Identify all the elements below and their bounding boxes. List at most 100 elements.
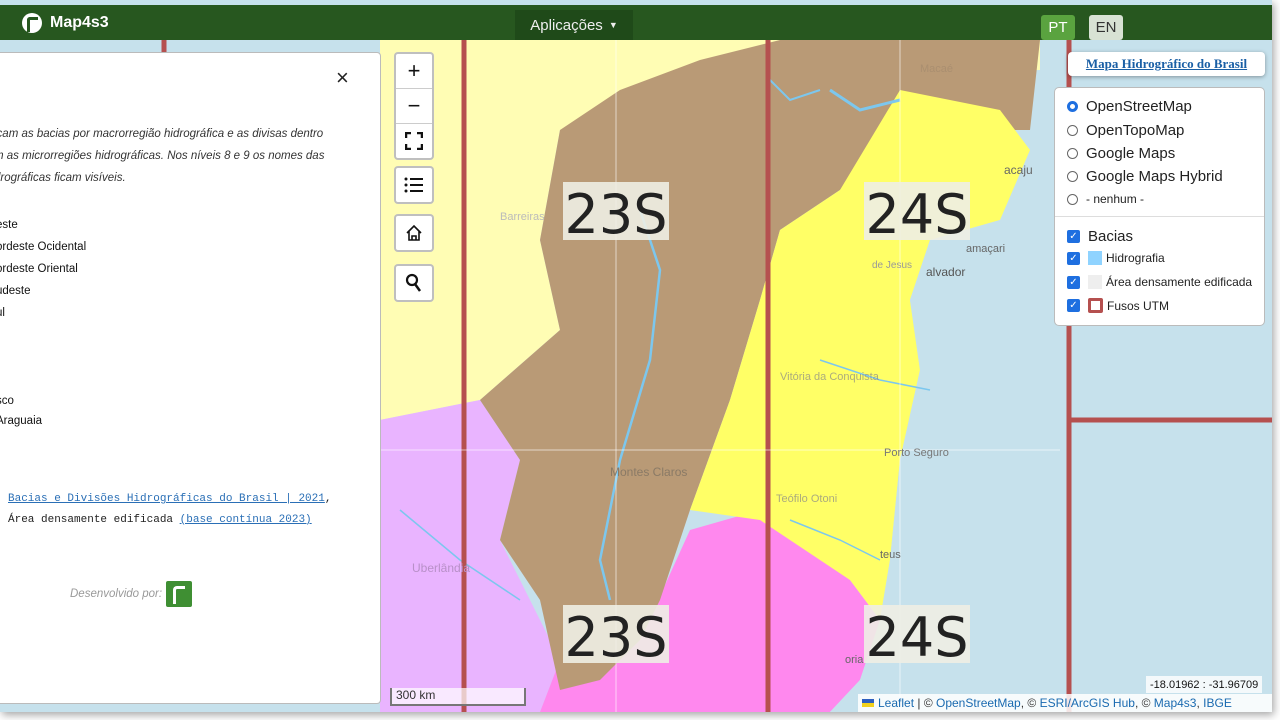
checkbox-checked-icon[interactable]: ✓ bbox=[1067, 230, 1080, 243]
fullscreen-icon bbox=[405, 132, 423, 150]
place-label: acaju bbox=[1004, 163, 1033, 177]
radio-icon[interactable] bbox=[1067, 125, 1078, 136]
data-sources: Bacias e Divisões Hidrográficas do Brasi… bbox=[8, 489, 331, 531]
area-edificada-swatch-icon bbox=[1088, 275, 1102, 289]
svg-text:24S: 24S bbox=[866, 606, 969, 669]
description-line: icam as bacias por macrorregião hidrográ… bbox=[0, 128, 324, 140]
fusos-utm-swatch-icon bbox=[1088, 298, 1103, 313]
checkbox-checked-icon[interactable]: ✓ bbox=[1067, 299, 1080, 312]
brand-link[interactable]: Map4s3 bbox=[22, 11, 109, 35]
base-layer-google-maps[interactable]: Google Maps bbox=[1067, 145, 1175, 162]
brand-name: Map4s3 bbox=[50, 14, 109, 31]
base-layer-label: Google Maps bbox=[1086, 145, 1176, 162]
layers-divider bbox=[1055, 216, 1264, 217]
radio-icon[interactable] bbox=[1067, 171, 1078, 182]
developed-by: Desenvolvido por: bbox=[70, 581, 193, 607]
overlay-bacias[interactable]: ✓ Bacias bbox=[1067, 228, 1133, 245]
utm-zone-label-24s-top: 24S bbox=[864, 182, 970, 246]
search-icon bbox=[405, 273, 422, 292]
legend-item: sco bbox=[0, 395, 14, 407]
leaflet-link[interactable]: Leaflet bbox=[878, 696, 914, 710]
utm-zone-label-23s-bottom: 23S bbox=[563, 605, 669, 669]
base-layer-label: OpenStreetMap bbox=[1086, 98, 1192, 115]
svg-text:23S: 23S bbox=[565, 183, 668, 246]
map-scale-bar: 300 km bbox=[390, 688, 526, 706]
radio-icon[interactable] bbox=[1067, 193, 1078, 205]
app-window: 23S 24S 23S 24S acaju amaçari alvador Po… bbox=[0, 0, 1272, 712]
developer-logo-icon[interactable] bbox=[166, 581, 193, 607]
bacias-source-link[interactable]: Bacias e Divisões Hidrográficas do Brasi… bbox=[8, 493, 325, 505]
map4s3-logo-icon bbox=[22, 13, 42, 33]
ibge-link[interactable]: IBGE bbox=[1203, 696, 1232, 710]
map4s3-link[interactable]: Map4s3 bbox=[1154, 696, 1197, 710]
legend-item: udeste bbox=[0, 285, 31, 297]
place-label: Barreiras bbox=[500, 211, 545, 223]
legend-toggle-button[interactable] bbox=[394, 166, 434, 204]
developed-by-label: Desenvolvido por: bbox=[70, 588, 163, 600]
base-layer-openstreetmap[interactable]: OpenStreetMap bbox=[1067, 98, 1192, 115]
esri-link[interactable]: ESRI/ArcGIS Hub bbox=[1040, 696, 1135, 710]
panel-description: icam as bacias por macrorregião hidrográ… bbox=[0, 123, 374, 189]
checkbox-checked-icon[interactable]: ✓ bbox=[1067, 275, 1080, 289]
base-layer-opentopomap[interactable]: OpenTopoMap bbox=[1067, 122, 1184, 139]
legend-item: este bbox=[0, 219, 18, 231]
map-attribution: Leaflet | © OpenStreetMap , © ESRI/ArcGI… bbox=[858, 694, 1272, 712]
area-source-text: Área densamente edificada bbox=[8, 514, 174, 526]
hidrografia-swatch-icon bbox=[1088, 251, 1102, 265]
place-label: Uberlândia bbox=[412, 561, 470, 575]
radio-selected-icon[interactable] bbox=[1067, 101, 1078, 112]
overlay-area-edificada[interactable]: ✓ Área densamente edificada bbox=[1067, 275, 1252, 289]
cursor-coordinates: -18.01962 : -31.96709 bbox=[1146, 676, 1263, 693]
language-en-button[interactable]: EN bbox=[1089, 15, 1123, 40]
zoom-control: + − bbox=[394, 52, 434, 160]
home-button[interactable] bbox=[394, 214, 434, 252]
base-layer-label: Google Maps Hybrid bbox=[1086, 168, 1223, 185]
caret-down-icon: ▼ bbox=[608, 20, 618, 30]
place-label: amaçari bbox=[966, 243, 1005, 255]
applications-menu-button[interactable]: Aplicações ▼ bbox=[515, 10, 633, 40]
description-line: drográficas ficam visíveis. bbox=[0, 172, 126, 184]
place-label: Vitória da Conquista bbox=[780, 371, 880, 383]
map-title-link[interactable]: Mapa Hidrográfico do Brasil bbox=[1068, 52, 1265, 76]
overlay-fusos-utm[interactable]: ✓ Fusos UTM bbox=[1067, 298, 1169, 313]
place-label: teus bbox=[880, 549, 901, 561]
place-label: Porto Seguro bbox=[884, 447, 949, 459]
svg-text:24S: 24S bbox=[866, 183, 969, 246]
utm-zone-label-23s-top: 23S bbox=[563, 182, 669, 246]
legend-item: ul bbox=[0, 307, 5, 319]
applications-menu-label: Aplicações bbox=[530, 16, 603, 34]
zoom-out-button[interactable]: − bbox=[396, 89, 432, 124]
svg-text:23S: 23S bbox=[565, 606, 668, 669]
base-layer-google-maps-hybrid[interactable]: Google Maps Hybrid bbox=[1067, 168, 1223, 185]
base-layer-none[interactable]: - nenhum - bbox=[1067, 192, 1144, 206]
area-source-link[interactable]: (base contínua 2023) bbox=[180, 514, 312, 526]
layers-control: OpenStreetMap OpenTopoMap Google Maps Go… bbox=[1054, 87, 1265, 326]
ukraine-flag-icon bbox=[862, 699, 874, 707]
search-button[interactable] bbox=[394, 264, 434, 302]
checkbox-checked-icon[interactable]: ✓ bbox=[1067, 251, 1080, 265]
overlay-label: Fusos UTM bbox=[1107, 298, 1170, 313]
language-pt-button[interactable]: PT bbox=[1041, 15, 1075, 40]
attribution-separator: , © bbox=[1020, 696, 1040, 710]
place-label: Macaé bbox=[920, 63, 953, 75]
fullscreen-button[interactable] bbox=[396, 124, 432, 158]
sources-separator: , bbox=[324, 493, 332, 505]
radio-icon[interactable] bbox=[1067, 148, 1078, 159]
list-icon bbox=[404, 177, 423, 193]
legend-item: ordeste Oriental bbox=[0, 263, 78, 275]
openstreetmap-link[interactable]: OpenStreetMap bbox=[936, 696, 1021, 710]
attribution-separator: , bbox=[1196, 696, 1204, 710]
description-line: m as microrregiões hidrográficas. Nos ní… bbox=[0, 150, 325, 162]
place-label: Montes Claros bbox=[610, 465, 687, 479]
place-label: de Jesus bbox=[872, 260, 912, 271]
base-layer-label: OpenTopoMap bbox=[1086, 122, 1185, 139]
place-label: alvador bbox=[926, 265, 965, 279]
legend-item: Araguaia bbox=[0, 415, 43, 427]
base-layer-label: - nenhum - bbox=[1086, 192, 1145, 206]
zoom-in-button[interactable]: + bbox=[396, 54, 432, 89]
overlay-hidrografia[interactable]: ✓ Hidrografia bbox=[1067, 251, 1165, 265]
legend-item: ordeste Ocidental bbox=[0, 241, 87, 253]
place-label: Teófilo Otoni bbox=[776, 493, 837, 505]
utm-zone-label-24s-bottom: 24S bbox=[864, 605, 970, 669]
close-panel-button[interactable]: × bbox=[336, 65, 349, 91]
